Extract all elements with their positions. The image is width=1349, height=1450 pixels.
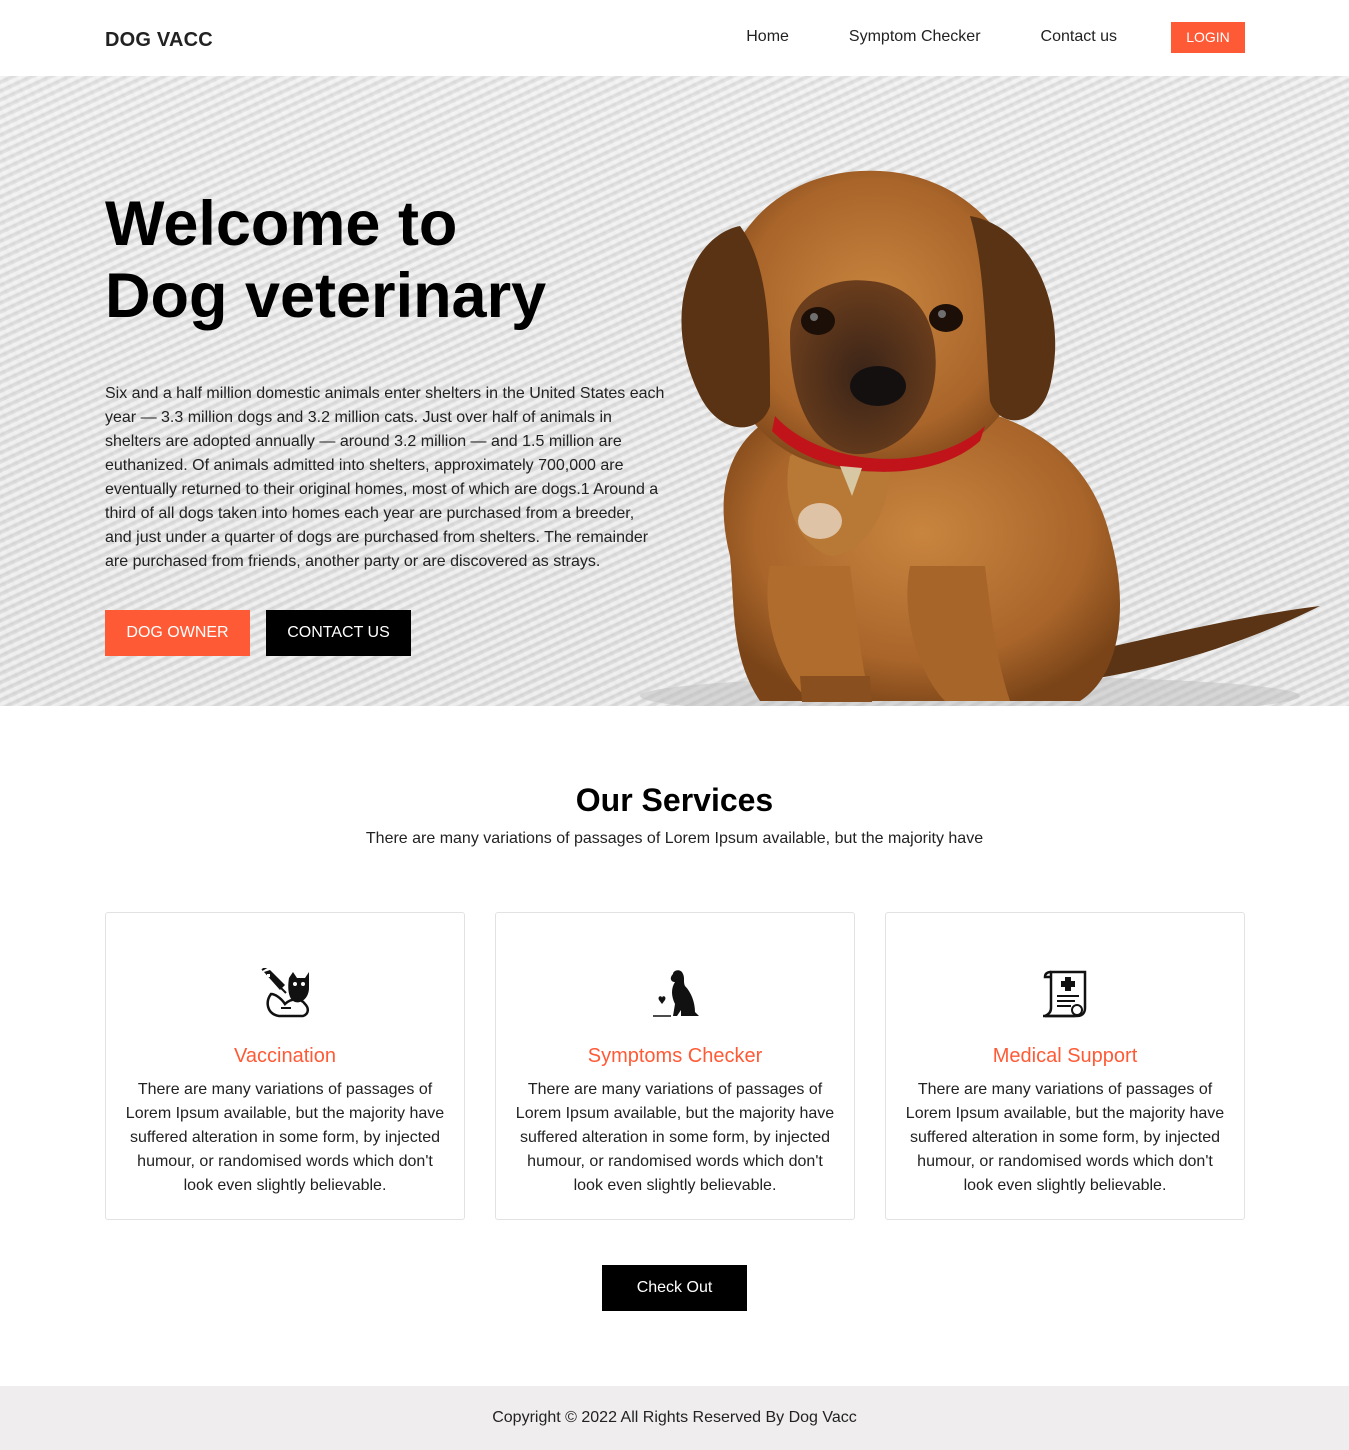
service-card-vaccination[interactable]: Vaccination There are many variations of… [105, 912, 465, 1220]
nav-contact-link[interactable]: Contact us [1041, 28, 1117, 46]
copyright-text: Copyright © 2022 All Rights Reserved By … [492, 1409, 857, 1426]
medical-document-icon [1043, 970, 1087, 1018]
site-footer: Copyright © 2022 All Rights Reserved By … [0, 1386, 1349, 1450]
hero-title: Welcome to Dog veterinary [105, 188, 665, 332]
main-nav: Home Symptom Checker Contact us LOGIN [746, 0, 1245, 76]
hero-section: Welcome to Dog veterinary Six and a half… [0, 76, 1349, 706]
services-section: Our Services There are many variations o… [0, 706, 1349, 1386]
service-card-title: Symptoms Checker [587, 1045, 763, 1067]
services-title: Our Services [575, 782, 774, 818]
brand-logo[interactable]: DOG VACC [105, 29, 213, 52]
service-card-title: Medical Support [992, 1045, 1138, 1067]
nav-symptom-checker-link[interactable]: Symptom Checker [849, 28, 981, 46]
puppy-image [640, 170, 1320, 706]
dog-sitting-icon [653, 970, 699, 1017]
hero-title-line1: Welcome to [105, 189, 458, 259]
service-card-text: There are many variations of passages of… [905, 1081, 1225, 1194]
service-card-symptoms[interactable]: Symptoms Checker There are many variatio… [495, 912, 855, 1220]
service-card-title: Vaccination [234, 1045, 336, 1067]
hero-title-line2: Dog veterinary [105, 261, 547, 331]
services-subtitle: There are many variations of passages of… [365, 830, 984, 847]
nav-home-link[interactable]: Home [746, 28, 789, 46]
check-out-button[interactable]: Check Out [602, 1265, 747, 1311]
vaccine-pet-icon [261, 968, 309, 1018]
contact-us-button[interactable]: CONTACT US [266, 610, 411, 656]
dog-owner-button[interactable]: DOG OWNER [105, 610, 250, 656]
login-button[interactable]: LOGIN [1171, 21, 1245, 53]
service-card-text: There are many variations of passages of… [515, 1081, 835, 1194]
service-card-text: There are many variations of passages of… [125, 1081, 445, 1194]
hero-content: Welcome to Dog veterinary Six and a half… [105, 188, 665, 574]
hero-buttons: DOG OWNER CONTACT US [105, 610, 411, 656]
service-card-medical[interactable]: Medical Support There are many variation… [885, 912, 1245, 1220]
hero-description: Six and a half million domestic animals … [105, 385, 665, 570]
site-header: DOG VACC Home Symptom Checker Contact us… [0, 0, 1349, 76]
